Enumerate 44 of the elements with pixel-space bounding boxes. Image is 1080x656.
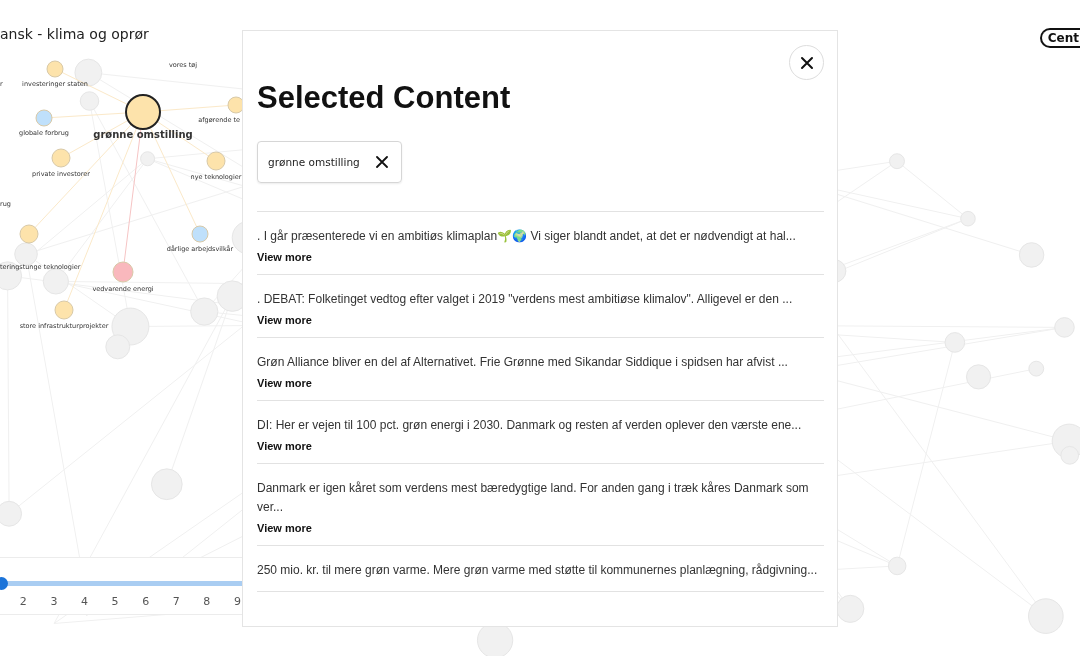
view-more-link[interactable]: View more	[257, 522, 312, 534]
tick-label: 3	[49, 595, 59, 608]
tick-label: 7	[171, 595, 181, 608]
view-more-link[interactable]: View more	[257, 251, 312, 263]
tick-label: 4	[80, 595, 89, 608]
graph-node[interactable]	[125, 94, 161, 130]
tick-label: 9	[232, 595, 242, 608]
faded-node	[966, 364, 992, 390]
close-button[interactable]	[789, 45, 824, 80]
node-label: grønne omstilling	[93, 129, 193, 140]
faded-node	[1018, 242, 1045, 268]
view-more-link[interactable]: View more	[257, 314, 312, 326]
faded-node	[1028, 598, 1064, 634]
content-excerpt: . DEBAT: Folketinget vedtog efter valget i 2019 "verdens mest ambitiøse klimalov". Alligevel er den ...	[257, 291, 793, 308]
view-more-link[interactable]: View more	[257, 440, 312, 452]
center-button[interactable]: Cent	[1039, 28, 1080, 48]
faded-node	[1028, 360, 1045, 377]
page-title: ansk - klima og oprør	[0, 26, 149, 42]
faded-node	[14, 242, 38, 266]
remove-button[interactable]	[375, 156, 388, 168]
faded-node	[0, 500, 23, 527]
dialog-title: Selected Content	[257, 79, 512, 117]
tick-label: 6	[141, 595, 151, 608]
faded-node	[1054, 317, 1075, 338]
faded-node	[889, 153, 905, 170]
faded-node	[887, 556, 907, 576]
chip-label: grønne omstilling	[268, 156, 360, 168]
close-icon	[375, 156, 388, 168]
content-excerpt: Danmark er igen kåret som verdens mest bæredygtige land. For anden gang i træk kåres Danmark som ver...	[257, 480, 810, 516]
view-more-link[interactable]: View more	[257, 377, 312, 389]
tick-label: 8	[202, 595, 212, 608]
faded-node	[79, 91, 100, 111]
faded-node	[960, 210, 976, 227]
faded-node	[944, 332, 966, 353]
tick-label: 5	[110, 595, 120, 608]
content-excerpt: . I går præsenterede vi en ambitiøs klimaplan🌱🌍 Vi siger blandt andet, at det er nødvendigt at hal...	[257, 228, 796, 245]
content-excerpt: DI: Her er vejen til 100 pct. grøn energi i 2030. Danmark og resten af verden oplever den værste ene...	[257, 417, 802, 434]
content-excerpt: 250 mio. kr. til mere grøn varme. Mere grøn varme med støtte til kommunernes planlægning, rådgivning...	[257, 562, 818, 579]
close-icon	[799, 55, 814, 70]
content-excerpt: Grøn Alliance bliver en del af Alternativet. Frie Grønne med Sikandar Siddique i spidsen har afvist ...	[257, 354, 788, 371]
faded-node	[140, 151, 156, 167]
faded-node	[150, 468, 183, 501]
tick-label: 2	[18, 595, 28, 608]
faded-node	[190, 297, 219, 326]
